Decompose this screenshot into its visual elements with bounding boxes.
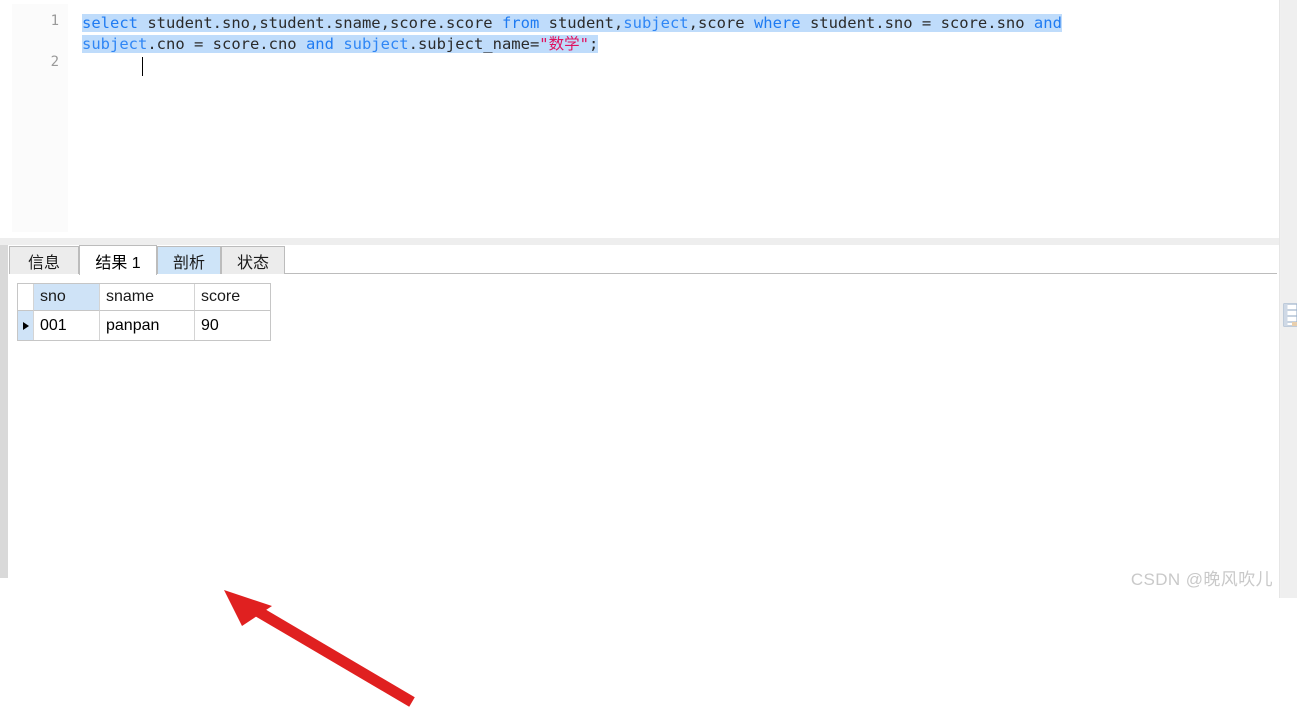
sql-table-subject-3: subject [343, 35, 409, 53]
result-grid-header-row: sno sname score [18, 284, 270, 311]
sql-condition-3: .subject_name= [408, 35, 540, 53]
right-side-rail [1279, 0, 1297, 598]
text-caret [142, 57, 143, 76]
sql-tables-post: ,score [688, 14, 754, 32]
editor-line-number-gutter: 1 2 [12, 4, 68, 232]
result-grid[interactable]: sno sname score 001 panpan 90 [17, 283, 271, 341]
column-header-sname[interactable]: sname [100, 284, 195, 311]
cell-score[interactable]: 90 [195, 311, 270, 340]
sql-code-line-1: select student.sno,student.sname,score.s… [82, 13, 1062, 34]
sql-keyword-where: where [753, 14, 801, 32]
sql-table-subject-2: subject [82, 35, 148, 53]
sql-keyword-and-2: and [305, 35, 334, 53]
sql-tables-pre: student, [539, 14, 624, 32]
right-side-rail-surface [1281, 0, 1297, 598]
line-number-1: 1 [50, 13, 59, 29]
sql-condition-1: student.sno = score.sno [800, 14, 1034, 32]
cell-sno[interactable]: 001 [34, 311, 100, 340]
sql-code-line-1-wrap: subject.cno = score.cno and subject.subj… [82, 34, 599, 55]
sql-keyword-and-1: and [1033, 14, 1062, 32]
tab-result-1-label: 结果 1 [95, 254, 141, 272]
cell-sname[interactable]: panpan [100, 311, 195, 340]
sql-table-subject: subject [623, 14, 689, 32]
sql-column-list: student.sno,student.sname,score.score [138, 14, 502, 32]
current-row-marker-icon [22, 321, 29, 330]
column-header-score[interactable]: score [195, 284, 270, 311]
sql-code-area[interactable]: select student.sno,student.sname,score.s… [70, 4, 1267, 232]
left-edge-strip [0, 245, 8, 598]
sql-client-window: 1 2 select student.sno,student.sname,sco… [0, 0, 1297, 707]
row-selector[interactable] [18, 311, 34, 340]
column-header-sno[interactable]: sno [34, 284, 100, 311]
sql-keyword-from: from [501, 14, 540, 32]
tab-profile[interactable]: 剖析 [157, 246, 221, 274]
sql-string-literal: "数学" [539, 35, 589, 53]
tab-status-label: 状态 [236, 254, 269, 272]
csdn-watermark: CSDN @晚风吹儿 [1130, 570, 1273, 589]
results-tabstrip: 信息 结果 1 剖析 状态 [9, 245, 1277, 275]
tab-info[interactable]: 信息 [9, 246, 79, 274]
table-row[interactable]: 001 panpan 90 [18, 311, 270, 340]
left-edge-strip-lower [0, 578, 8, 598]
tab-profile-label: 剖析 [172, 254, 205, 272]
results-pane: 信息 结果 1 剖析 状态 sno sname score 001 panpan… [0, 245, 1280, 707]
sql-keyword-select: select [82, 14, 138, 32]
sql-editor-frame[interactable]: 1 2 select student.sno,student.sname,sco… [11, 3, 1268, 233]
tab-info-label: 信息 [27, 254, 60, 272]
sql-semicolon: ; [588, 35, 599, 53]
sql-editor-pane: 1 2 select student.sno,student.sname,sco… [0, 0, 1280, 238]
tab-status[interactable]: 状态 [221, 246, 285, 274]
sql-space [334, 35, 343, 53]
header-row-corner [18, 284, 34, 311]
sql-condition-2: .cno = score.cno [147, 35, 306, 53]
annotation-arrow-icon [224, 590, 415, 707]
tab-result-1[interactable]: 结果 1 [79, 245, 157, 275]
pane-splitter[interactable] [0, 238, 1280, 245]
table-grid-icon[interactable] [1281, 300, 1297, 334]
line-number-2: 2 [50, 54, 59, 70]
